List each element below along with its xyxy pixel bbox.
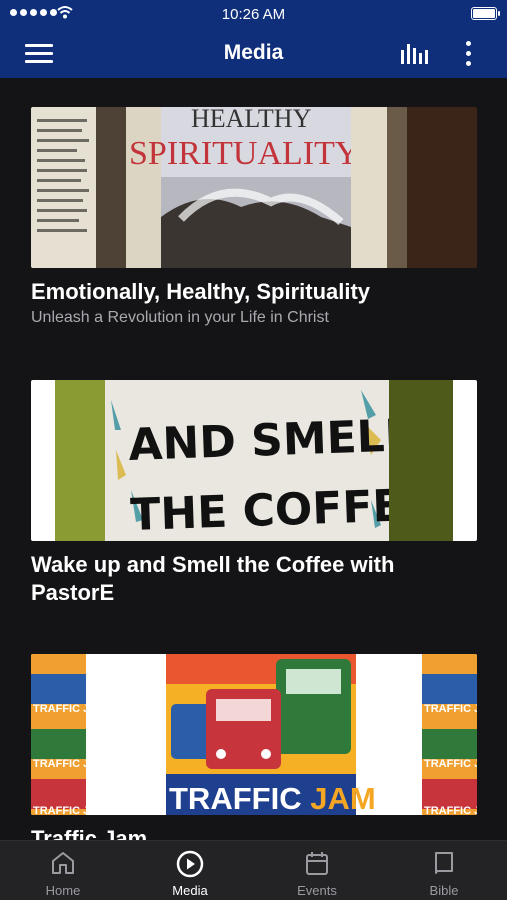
play-circle-icon [176,850,204,878]
audio-bars-icon[interactable] [400,42,430,64]
app-header: Media [0,28,507,78]
home-icon [52,852,74,874]
svg-text:TRAFFIC JAM: TRAFFIC JAM [424,703,477,715]
battery-icon [471,7,500,20]
media-thumbnail[interactable]: TRAFFIC JAM TRAFFIC JAM TRAFFIC JAM TRAF… [31,654,477,815]
media-subtitle: Unleash a Revolution in your Life in Chr… [31,309,329,326]
tab-label: Events [297,883,337,898]
thumb-text: SPIRITUALITY [129,135,359,172]
thumb-text: HEALTHY [191,107,312,133]
media-card-coffee[interactable]: AND SMELL THE COFFEE Wake up and Smell t… [31,380,477,607]
thumb-text: TRAFFIC JAM [169,781,376,815]
svg-text:TRAFFIC JAM: TRAFFIC JAM [33,805,106,815]
page-title: Media [223,41,284,64]
media-title[interactable]: Emotionally, Healthy, Spirituality [31,278,451,306]
tab-label: Media [172,883,208,898]
bottom-tab-bar: Home Media Events Bible [0,840,507,900]
calendar-icon [306,852,328,875]
svg-text:TRAFFIC JAM: TRAFFIC JAM [424,758,477,770]
svg-text:TRAFFIC JAM: TRAFFIC JAM [33,703,106,715]
media-title[interactable]: Wake up and Smell the Coffee with Pastor… [31,551,451,607]
book-icon [435,852,453,874]
media-thumbnail[interactable]: AND SMELL THE COFFEE [31,380,477,541]
more-options-icon[interactable] [460,40,476,68]
svg-text:TRAFFIC JAM: TRAFFIC JAM [424,805,477,815]
tab-label: Home [45,883,81,898]
tab-media[interactable]: Media [127,841,253,900]
media-title[interactable]: Traffic Jam [31,825,451,840]
svg-text:TRAFFIC JAM: TRAFFIC JAM [33,758,106,770]
tab-label: Bible [429,883,459,898]
media-card-traffic[interactable]: TRAFFIC JAM TRAFFIC JAM TRAFFIC JAM TRAF… [31,654,477,840]
tab-bible[interactable]: Bible [381,841,507,900]
thumb-text: THE COFFEE [130,479,434,541]
tab-home[interactable]: Home [0,841,126,900]
thumb-text: AND SMELL [128,410,414,471]
media-feed[interactable]: HEALTHY SPIRITUALITY Emotionally, Health… [0,78,507,840]
status-bar: 10:26 AM [0,0,507,28]
status-time: 10:26 AM [221,6,286,23]
media-card-spirituality[interactable]: HEALTHY SPIRITUALITY Emotionally, Health… [31,107,477,327]
media-thumbnail[interactable]: HEALTHY SPIRITUALITY [31,107,477,268]
tab-events[interactable]: Events [254,841,380,900]
app-screen: 10:26 AM Media HEALTHY SPIRITUALITY Emot… [0,0,507,900]
